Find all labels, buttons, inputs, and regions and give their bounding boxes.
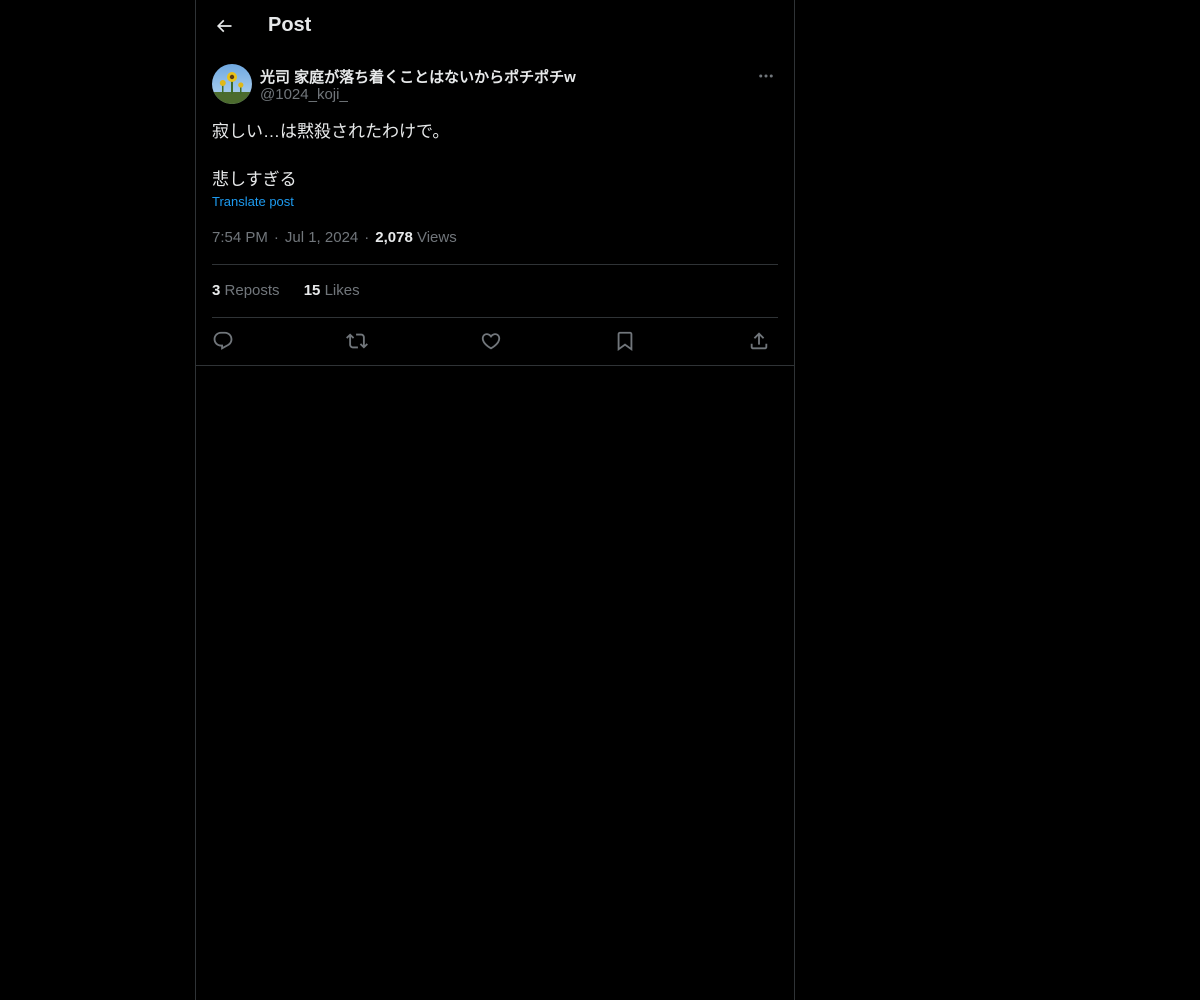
- author-display-name[interactable]: 光司 家庭が落ち着くことはないからポチポチw: [260, 66, 576, 87]
- like-button[interactable]: [478, 328, 504, 354]
- page-title: Post: [268, 14, 312, 36]
- avatar[interactable]: [212, 64, 252, 104]
- post-time[interactable]: 7:54 PM: [212, 229, 268, 246]
- post-text-line: 寂しい…は黙殺されたわけで。: [212, 122, 450, 141]
- author-handle[interactable]: @1024_koji_: [260, 86, 348, 103]
- views-label: Views: [416, 229, 457, 246]
- reply-icon: [213, 331, 233, 350]
- author-row: 光司 家庭が落ち着くことはないからポチポチw @1024_koji_: [212, 64, 778, 106]
- likes-stat[interactable]: 15 Likes: [304, 282, 360, 299]
- translate-post-link[interactable]: Translate post: [212, 194, 294, 209]
- reposts-count: 3: [212, 282, 221, 299]
- engagement-stats: 3 Reposts 15 Likes: [212, 282, 380, 299]
- post-bottom-border: [196, 365, 794, 366]
- bookmark-icon: [617, 331, 633, 352]
- reposts-stat[interactable]: 3 Reposts: [212, 282, 280, 299]
- divider: [212, 264, 778, 265]
- more-dots-icon: [759, 74, 773, 78]
- back-button[interactable]: [212, 14, 236, 38]
- post-text-line: 悲しすぎる: [212, 170, 297, 189]
- avatar-image: [212, 64, 252, 104]
- post-column: Post 光司 家庭が落ち着くことはないからポチポチw @1024_koji_ …: [195, 0, 795, 1000]
- post-text: 寂しい…は黙殺されたわけで。 悲しすぎる: [212, 120, 772, 192]
- bookmark-button[interactable]: [612, 328, 638, 354]
- likes-count: 15: [303, 282, 321, 299]
- post-date[interactable]: Jul 1, 2024: [285, 229, 358, 246]
- post-meta: 7:54 PM · Jul 1, 2024 · 2,078 Views: [212, 229, 457, 246]
- divider: [212, 317, 778, 318]
- post-header: Post: [196, 0, 794, 53]
- repost-button[interactable]: [344, 328, 370, 354]
- post-text-blank-line: [212, 144, 772, 168]
- views-count: 2,078: [375, 229, 413, 246]
- action-bar: [212, 328, 778, 354]
- meta-separator: ·: [273, 229, 279, 246]
- likes-label: Likes: [324, 282, 360, 299]
- heart-icon: [481, 333, 501, 350]
- share-button[interactable]: [746, 328, 772, 354]
- reposts-label: Reposts: [224, 282, 280, 299]
- reply-button[interactable]: [210, 328, 236, 354]
- meta-separator: ·: [364, 229, 370, 246]
- share-icon: [750, 332, 768, 350]
- repost-icon: [346, 333, 368, 349]
- more-options-button[interactable]: [754, 66, 778, 86]
- arrow-left-icon: [216, 19, 232, 33]
